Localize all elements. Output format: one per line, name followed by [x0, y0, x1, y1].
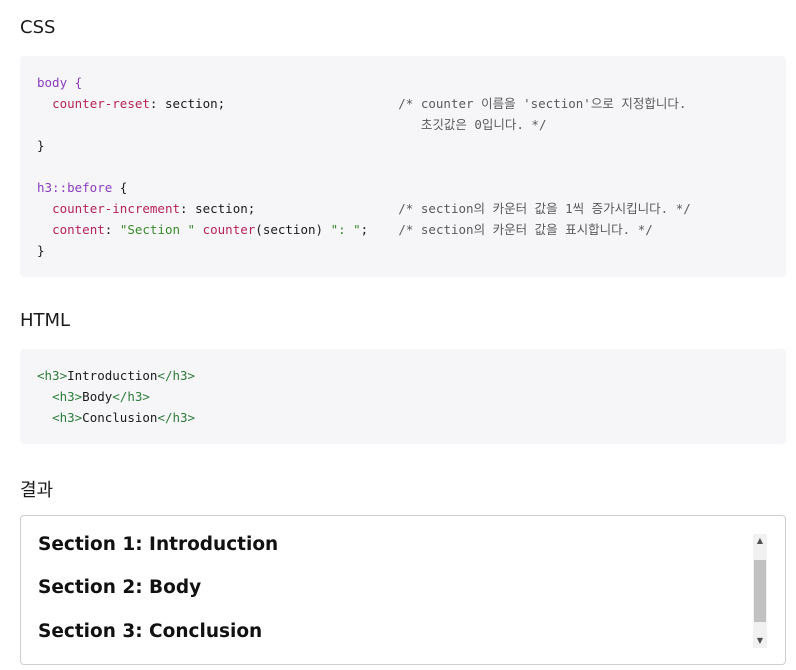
result-item: Section 1: Introduction — [38, 534, 279, 555]
comment: 초깃값은 0입니다. */ — [420, 117, 547, 132]
scrollbar-thumb[interactable] — [754, 560, 766, 622]
html-code-block: <h3>Introduction</h3> <h3>Body</h3> <h3>… — [20, 349, 786, 444]
up-arrow-icon[interactable]: ▲ — [753, 534, 767, 548]
function: counter — [202, 222, 256, 237]
css-code-block: body { counter-reset: section; /* counte… — [20, 56, 786, 277]
brace: } — [37, 138, 45, 153]
selector-body: body — [37, 75, 68, 90]
comment: /* counter 이름을 'section'으로 지정합니다. — [398, 96, 687, 111]
comment: /* section의 카운터 값을 1씩 증가시킵니다. */ — [398, 201, 691, 216]
result-heading: 결과 — [20, 480, 54, 501]
string: "Section " — [119, 222, 196, 237]
string: ": " — [330, 222, 361, 237]
result-item: Section 3: Conclusion — [38, 621, 263, 642]
html-heading: HTML — [20, 310, 71, 331]
brace: } — [37, 243, 45, 258]
css-code: body { counter-reset: section; /* counte… — [37, 75, 691, 258]
code-text: Body — [82, 389, 113, 404]
value: section; — [164, 96, 226, 111]
css-heading: CSS — [20, 17, 56, 38]
code-text: Conclusion — [82, 410, 158, 425]
property: counter-reset — [52, 96, 150, 111]
value: section; — [195, 201, 256, 216]
down-arrow-icon[interactable]: ▼ — [753, 634, 767, 648]
selector-h3-before: h3::before — [37, 180, 113, 195]
result-item: Section 2: Body — [38, 577, 202, 598]
argument: (section) — [255, 222, 324, 237]
scrollbar[interactable]: ▲ ▼ — [753, 534, 767, 648]
brace: { — [112, 180, 128, 195]
brace: { — [67, 75, 83, 90]
comment: /* section의 카운터 값을 표시합니다. */ — [398, 222, 653, 237]
property: content — [52, 222, 105, 237]
code-text: Introduction — [67, 368, 158, 383]
property: counter-increment — [52, 201, 180, 216]
html-code: <h3>Introduction</h3> <h3>Body</h3> <h3>… — [37, 368, 196, 425]
result-frame[interactable]: Section 1: Introduction Section 2: Body … — [20, 515, 786, 665]
